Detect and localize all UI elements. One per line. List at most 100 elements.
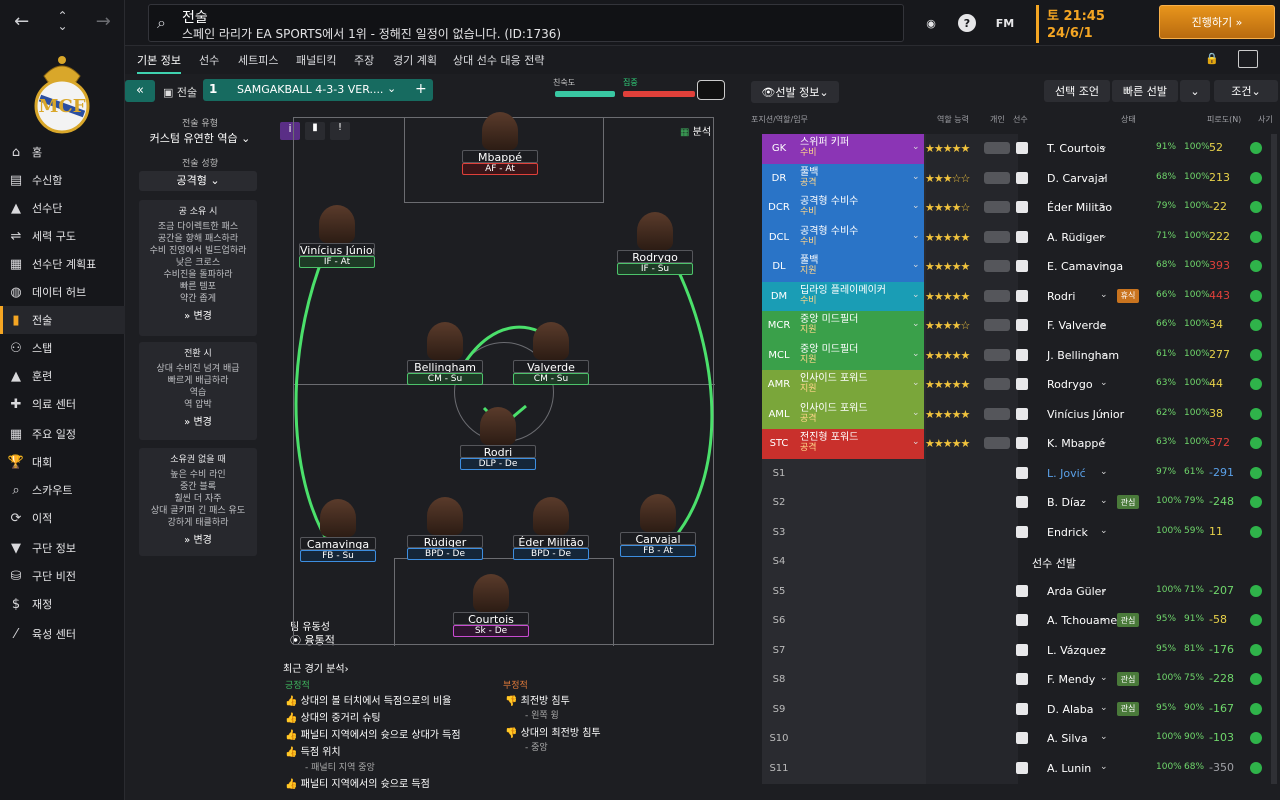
individual-icon[interactable]	[984, 407, 1010, 420]
select-advice-button[interactable]: 선택 조언	[1044, 80, 1110, 102]
continue-button[interactable]: 진행하기 »	[1159, 5, 1275, 39]
individual-icon[interactable]	[984, 348, 1010, 361]
tactic-selector[interactable]: 1 SAMGAKBALL 4-3-3 VER.... ⌄ +	[203, 79, 433, 101]
player-role[interactable]: IF - At	[299, 256, 375, 268]
tab-players[interactable]: 선수	[199, 52, 219, 68]
add-tactic-icon[interactable]: +	[415, 81, 427, 97]
table-row[interactable]: S3 Endrick ⌄ 100% 59% 11	[762, 517, 1272, 547]
change-button[interactable]: » 변경	[139, 311, 257, 323]
table-row[interactable]: S2 B. Díaz ⌄ 관심 100% 79% -248	[762, 488, 1272, 518]
role-cell[interactable]: 풀백 공격 ⌄	[796, 163, 924, 193]
pitch-player[interactable]: Éder Militão BPD - De	[513, 497, 589, 560]
table-row[interactable]: S9 D. Alaba ⌄ 관심 95% 90% -167	[762, 694, 1272, 724]
player-role[interactable]: Sk - De	[453, 625, 529, 637]
pitch-player[interactable]: Camavinga FB - Su	[300, 499, 376, 562]
tab-opposition-instructions[interactable]: 상대 선수 대응 전략	[453, 52, 544, 68]
player-name[interactable]: Rodrygo	[1047, 378, 1093, 391]
chevron-down-icon[interactable]: ⌄	[1100, 319, 1108, 329]
history-updown-icon[interactable]: ⌃ ⌄	[57, 10, 67, 32]
table-row[interactable]: AML 인사이드 포워드 공격 ⌄ ★★★★★ Vinícius Júnior ⌄ 62% 10…	[762, 399, 1272, 429]
player-name[interactable]: A. Tchouameni	[1047, 614, 1127, 627]
table-row[interactable]: MCL 중앙 미드필더 지원 ⌄ ★★★★★ J. Bellingham ⌄ 61% 100% 2…	[762, 340, 1272, 370]
pitch-player[interactable]: Bellingham CM - Su	[407, 322, 483, 385]
chevron-down-icon[interactable]: ⌄	[1100, 614, 1108, 624]
role-cell[interactable]: 공격형 수비수 수비 ⌄	[796, 222, 924, 252]
sidebar-item-3[interactable]: ⇌ 세력 구도	[0, 222, 125, 250]
role-cell[interactable]: 중앙 미드필더 지원 ⌄	[796, 340, 924, 370]
player-role[interactable]: AF - At	[462, 163, 538, 175]
collapse-button[interactable]: «	[125, 80, 155, 102]
player-name[interactable]: F. Mendy	[1047, 673, 1095, 686]
pitch-player[interactable]: Rodri DLP - De	[460, 407, 536, 470]
chevron-down-icon[interactable]: ⌄	[1100, 231, 1108, 241]
sidebar-item-13[interactable]: ⟳ 이적	[0, 504, 125, 532]
role-cell[interactable]: 딥라잉 플레이메이커 수비 ⌄	[796, 281, 924, 311]
tab-basic-info[interactable]: 기본 정보	[137, 52, 181, 74]
pitch-player[interactable]: Carvajal FB - At	[620, 494, 696, 557]
sidebar-item-4[interactable]: ▦ 선수단 계획표	[0, 250, 125, 278]
table-row[interactable]: DM 딥라잉 플레이메이커 수비 ⌄ ★★★★★ Rodri ⌄ 휴식 66% 100% 443	[762, 281, 1272, 311]
role-cell[interactable]: 전진형 포워드 공격 ⌄	[796, 429, 924, 459]
role-cell[interactable]: 공격형 수비수 수비 ⌄	[796, 193, 924, 223]
player-role[interactable]: CM - Su	[407, 373, 483, 385]
table-row[interactable]: STC 전진형 포워드 공격 ⌄ ★★★★★ K. Mbappé ⌄ 63% 100% 372	[762, 429, 1272, 459]
forward-arrow-icon[interactable]: →	[96, 11, 111, 32]
chevron-down-icon[interactable]: ⌄	[1100, 467, 1108, 477]
chevron-down-icon[interactable]: ⌄	[1100, 732, 1108, 742]
player-name[interactable]: A. Lunin	[1047, 762, 1091, 775]
sidebar-item-6[interactable]: ▮ 전술	[0, 306, 125, 334]
chevron-down-icon[interactable]: ⌄	[1100, 290, 1108, 300]
trophy-shirt-icon[interactable]: ◉	[920, 12, 942, 34]
chevron-down-icon[interactable]: ⌄	[1100, 703, 1108, 713]
player-role[interactable]: CM - Su	[513, 373, 589, 385]
table-row[interactable]: S8 F. Mendy ⌄ 관심 100% 75% -228	[762, 665, 1272, 695]
pitch-player[interactable]: Valverde CM - Su	[513, 322, 589, 385]
player-name[interactable]: E. Camavinga	[1047, 260, 1123, 273]
table-row[interactable]: DL 풀백 지원 ⌄ ★★★★★ E. Camavinga ⌄ 68% 100% 393	[762, 252, 1272, 282]
player-name[interactable]: J. Bellingham	[1047, 349, 1119, 362]
player-name[interactable]: D. Alaba	[1047, 703, 1094, 716]
date-time[interactable]: 토 21:45 24/6/1	[1036, 5, 1146, 43]
individual-icon[interactable]	[984, 171, 1010, 184]
chevron-down-icon[interactable]: ⌄	[1100, 172, 1108, 182]
player-name[interactable]: Rodri	[1047, 290, 1075, 303]
individual-icon[interactable]	[984, 437, 1010, 449]
player-name[interactable]: K. Mbappé	[1047, 437, 1105, 450]
sidebar-item-2[interactable]: ▲ 선수단	[0, 194, 125, 222]
player-name[interactable]: Vinícius Júnior	[1047, 408, 1124, 421]
role-cell[interactable]: 인사이드 포워드 지원 ⌄	[796, 370, 924, 400]
sidebar-item-16[interactable]: $ 재정	[0, 590, 125, 618]
sidebar-item-12[interactable]: ⌕ 스카우트	[0, 476, 125, 504]
player-role[interactable]: IF - Su	[617, 263, 693, 275]
fm-logo[interactable]: FM	[994, 12, 1016, 34]
camera-button[interactable]	[697, 80, 725, 100]
selection-info-button[interactable]: 👁 선발 정보 ⌄	[751, 81, 839, 103]
player-role[interactable]: BPD - De	[407, 548, 483, 560]
chevron-down-icon[interactable]: ⌄	[1100, 644, 1108, 654]
player-name[interactable]: A. Rüdiger	[1047, 231, 1104, 244]
player-name[interactable]: L. Jović	[1047, 467, 1086, 480]
table-row[interactable]: GK 스위퍼 키퍼 수비 ⌄ ★★★★★ T. Courtois ⌄ 91% 100% 52	[762, 134, 1272, 164]
chevron-down-icon[interactable]: ⌄	[1100, 260, 1108, 270]
player-name[interactable]: L. Vázquez	[1047, 644, 1106, 657]
pitch-player[interactable]: Vinícius Júnior IF - At	[299, 205, 375, 268]
chevron-down-icon[interactable]: ⌄	[1100, 762, 1108, 772]
change-button[interactable]: » 변경	[139, 535, 257, 547]
table-row[interactable]: AMR 인사이드 포워드 지원 ⌄ ★★★★★ Rodrygo ⌄ 63% 100% 44	[762, 370, 1272, 400]
chevron-down-icon[interactable]: ⌄	[1100, 142, 1108, 152]
player-name[interactable]: 선수 선발	[1032, 555, 1076, 571]
individual-icon[interactable]	[984, 142, 1010, 154]
change-button[interactable]: » 변경	[139, 417, 257, 429]
role-cell[interactable]: 인사이드 포워드 공격 ⌄	[796, 399, 924, 429]
chevron-down-icon[interactable]: ⌄	[1100, 585, 1108, 595]
role-cell[interactable]: 스위퍼 키퍼 수비 ⌄	[796, 134, 924, 164]
back-arrow-icon[interactable]: ←	[14, 11, 29, 32]
player-name[interactable]: Endrick	[1047, 526, 1088, 539]
quick-pick-dropdown[interactable]: ⌄	[1180, 80, 1210, 102]
tab-penalties[interactable]: 패널티킥	[296, 52, 336, 68]
role-cell[interactable]: 중앙 미드필더 지원 ⌄	[796, 311, 924, 341]
individual-icon[interactable]	[984, 260, 1010, 272]
tab-match-plan[interactable]: 경기 계획	[393, 52, 437, 68]
pitch-player[interactable]: Rodrygo IF - Su	[617, 212, 693, 275]
chevron-down-icon[interactable]: ⌄	[1100, 349, 1108, 359]
